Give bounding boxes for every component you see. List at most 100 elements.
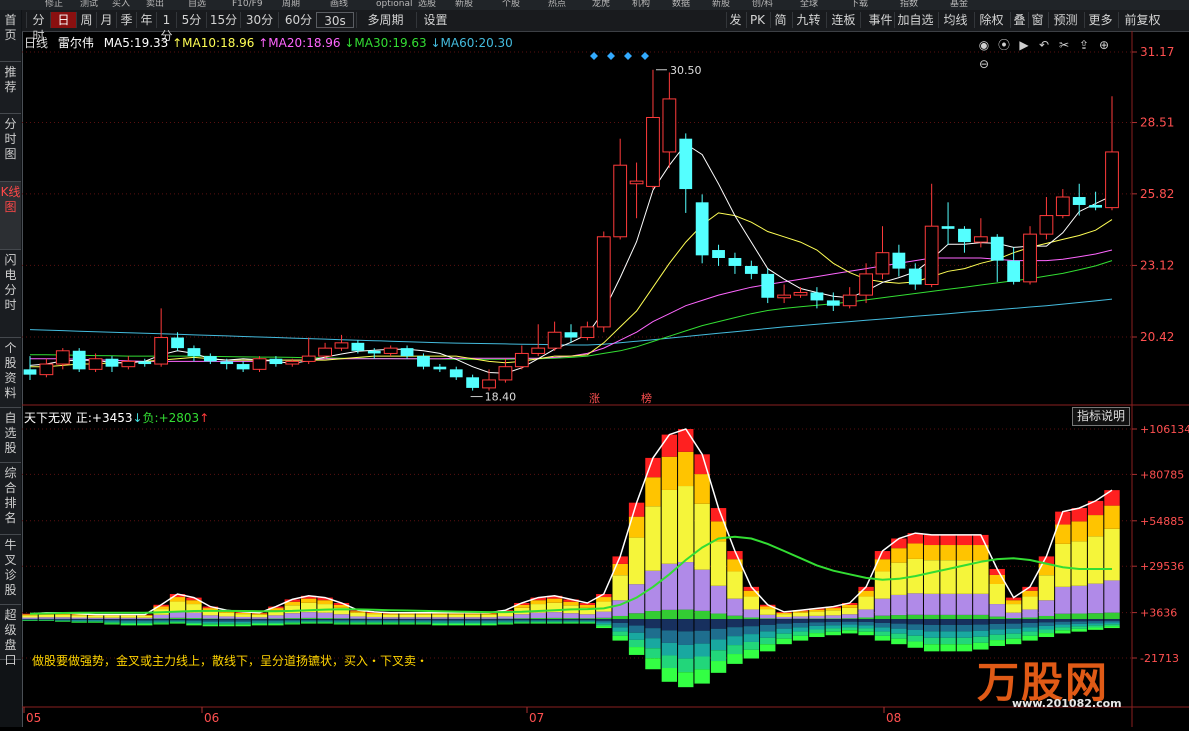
indicator-pos-bar <box>793 616 808 618</box>
toolbar-action[interactable]: PK <box>746 12 768 28</box>
indicator-neg-bar <box>1039 629 1054 633</box>
period-tab[interactable]: 周 <box>76 12 96 28</box>
top-menu-tab[interactable]: 指数 <box>900 0 918 9</box>
top-menu-tab[interactable]: 选股 <box>418 0 436 9</box>
top-menu-tab[interactable]: 机构 <box>632 0 650 9</box>
toolbar-action[interactable]: 加自选 <box>894 12 936 28</box>
period-tab[interactable]: 30分 <box>240 12 278 28</box>
indicator-pos-bar <box>235 614 250 617</box>
play-icon[interactable]: ▶ <box>1017 38 1031 52</box>
indicator-explain-button[interactable]: 指标说明 <box>1072 407 1130 426</box>
top-menu-tab[interactable]: 周期 <box>282 0 300 9</box>
candle-body <box>909 269 922 285</box>
period-tab[interactable]: 日 <box>50 12 76 28</box>
nav-ranking[interactable]: 综合排名 <box>0 463 21 535</box>
scissors-icon[interactable]: ✂ <box>1057 38 1071 52</box>
indicator-neg-bar <box>809 633 824 637</box>
indicator-neg-bar <box>449 624 464 625</box>
top-menu-tab[interactable]: 自选 <box>188 0 206 9</box>
indicator-neg-bar <box>170 622 185 623</box>
indicator-pos-bar <box>252 617 267 619</box>
indicator-pos-bar <box>71 615 86 617</box>
period-tab[interactable]: 30s <box>316 12 354 28</box>
top-menu-tab[interactable]: 买入 <box>112 0 130 9</box>
top-menu-tab[interactable]: 个股 <box>502 0 520 9</box>
toolbar-action[interactable]: 发 <box>726 12 744 28</box>
zoom-in-icon[interactable]: ⊕ <box>1097 38 1111 52</box>
indicator-pos-bar <box>1039 616 1054 619</box>
top-menu-tab[interactable]: 画线 <box>330 0 348 9</box>
nav-diagnosis[interactable]: 牛叉诊股 <box>0 535 21 605</box>
nav-flash-timeshare[interactable]: 闪电分时 <box>0 250 21 338</box>
watermark-url: www.201082.com <box>1012 697 1122 710</box>
nav-timeshare[interactable]: 分时图 <box>0 114 21 182</box>
top-menu-tab[interactable]: 修正 <box>45 0 63 9</box>
left-nav: 首页推荐分时图K线图闪电分时个股资料自选股综合排名牛叉诊股超级盘口 <box>0 10 23 727</box>
indicator-neg-bar <box>1006 619 1021 624</box>
export-icon[interactable]: ⇪ <box>1077 38 1091 52</box>
ma60-label: ↓MA60: <box>431 36 479 50</box>
indicator-neg-bar <box>137 621 152 622</box>
toolbar-action[interactable]: 均线 <box>938 12 972 28</box>
nav-watchlist[interactable]: 自选股 <box>0 408 21 463</box>
indicator-neg-bar <box>744 642 759 650</box>
top-menu-tab[interactable]: 新股 <box>712 0 730 9</box>
top-menu-tab[interactable]: optional <box>376 0 412 9</box>
indicator-neg-bar <box>383 622 398 623</box>
toolbar-action[interactable]: 叠 <box>1010 12 1028 28</box>
toolbar-action[interactable]: 预测 <box>1048 12 1082 28</box>
period-tab[interactable]: 多周期 <box>356 12 414 28</box>
period-tab[interactable]: 5分 <box>176 12 206 28</box>
price-tick-label: 23.12 <box>1140 258 1174 272</box>
period-tab[interactable]: 年 <box>136 12 156 28</box>
toolbar-action[interactable]: 前复权 <box>1118 12 1166 28</box>
top-menu-tab[interactable]: 下载 <box>850 0 868 9</box>
top-menu-tab[interactable]: 热点 <box>548 0 566 9</box>
top-menu-tab[interactable]: 创/科 <box>752 0 773 9</box>
indicator-neg-bar <box>727 619 742 627</box>
zoom-out-icon[interactable]: ⊖ <box>977 57 991 71</box>
indicator-pos-bar <box>760 609 775 615</box>
eye-icon[interactable]: ◉ <box>977 38 991 52</box>
indicator-neg-bar <box>908 636 923 642</box>
toolbar-action[interactable]: 九转 <box>792 12 824 28</box>
nav-stock-profile[interactable]: 个股资料 <box>0 338 21 408</box>
top-menu-tab[interactable]: 全球 <box>800 0 818 9</box>
period-tab[interactable]: 1分 <box>156 12 176 28</box>
indicator-neg-bar <box>547 621 562 622</box>
nav-super-panel[interactable]: 超级盘口 <box>0 605 21 660</box>
period-tab[interactable]: 季 <box>116 12 136 28</box>
top-menu-tab[interactable]: 龙虎 <box>592 0 610 9</box>
indicator-neg-value: +2803 <box>159 411 200 425</box>
toolbar-action[interactable]: 除权 <box>974 12 1008 28</box>
indicator-neg-bar <box>711 640 726 651</box>
toolbar-action[interactable]: 简 <box>770 12 790 28</box>
nav-home[interactable]: 首页 <box>0 10 21 62</box>
period-tab[interactable]: 60分 <box>278 12 318 28</box>
toolbar-action[interactable]: 更多 <box>1084 12 1116 28</box>
indicator-neg-bar <box>170 620 185 621</box>
nav-recommend[interactable]: 推荐 <box>0 62 21 114</box>
top-menu-tab[interactable]: 基金 <box>950 0 968 9</box>
top-menu-tab[interactable]: 新股 <box>455 0 473 9</box>
chart-svg[interactable]: 31.1728.5125.8223.1220.4230.5018.40涨榜+10… <box>22 31 1189 727</box>
top-menu-tab[interactable]: 测试 <box>80 0 98 9</box>
period-tab[interactable]: 分时 <box>26 12 50 28</box>
toolbar-action[interactable]: 窗 <box>1028 12 1046 28</box>
indicator-pos-bar <box>104 618 119 619</box>
nav-kline[interactable]: K线图 <box>0 182 21 250</box>
indicator-pos-bar <box>760 618 775 619</box>
indicator-neg-bar <box>858 619 873 622</box>
record-icon[interactable]: ⦿ <box>997 38 1011 52</box>
top-menu-tab[interactable]: 数据 <box>672 0 690 9</box>
period-tab[interactable]: 月 <box>96 12 116 28</box>
indicator-neg-bar <box>416 619 431 620</box>
top-menu-tab[interactable]: 卖出 <box>146 0 164 9</box>
indicator-neg-bar <box>203 622 218 623</box>
period-tab[interactable]: 15分 <box>206 12 240 28</box>
undo-icon[interactable]: ↶ <box>1037 38 1051 52</box>
toolbar-action[interactable]: 连板 <box>826 12 860 28</box>
period-tab[interactable]: 设置 <box>416 12 454 28</box>
indicator-neg-bar <box>137 624 152 625</box>
top-menu-tab[interactable]: F10/F9 <box>232 0 263 9</box>
